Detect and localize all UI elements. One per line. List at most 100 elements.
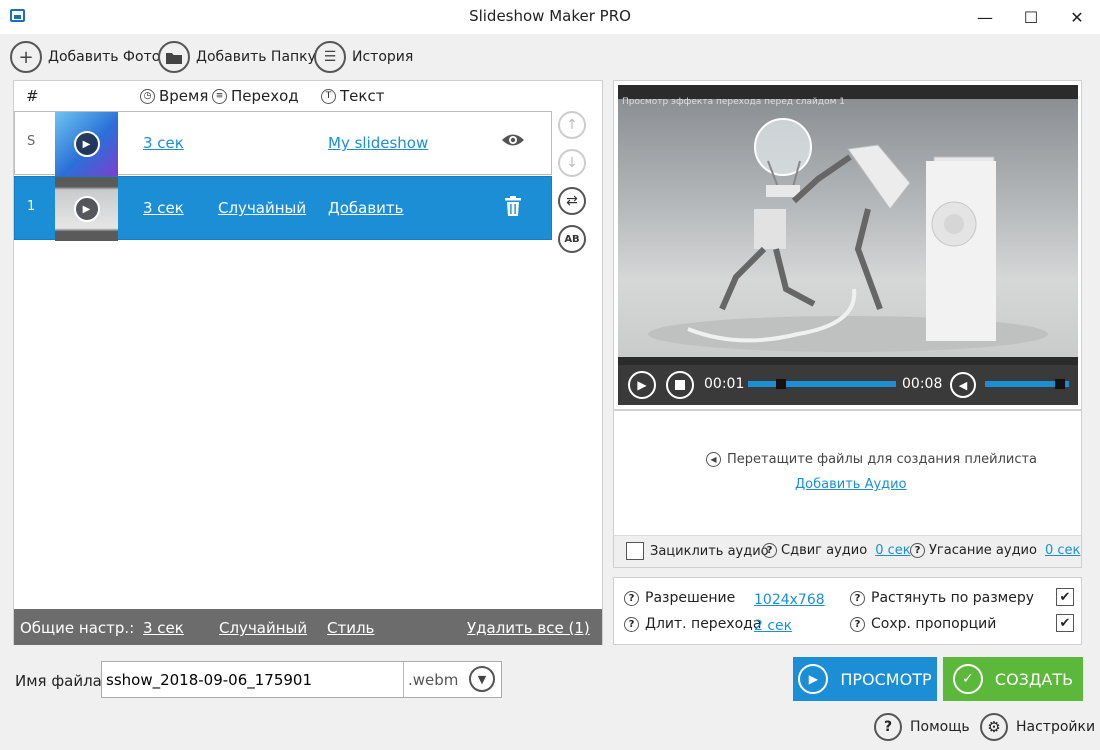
- stretch-checkbox[interactable]: ✔: [1056, 588, 1074, 606]
- audio-fade-option: ? Угасание аудио 0 сек: [910, 543, 1080, 558]
- add-folder-label: Добавить Папку: [196, 49, 316, 65]
- help-icon[interactable]: ?: [850, 590, 865, 606]
- slide-transition-link[interactable]: Случайный: [218, 199, 306, 217]
- help-icon[interactable]: ?: [850, 616, 865, 632]
- play-button[interactable]: ▶: [628, 371, 656, 399]
- shuffle-button[interactable]: ⇄: [558, 187, 586, 215]
- preview-overlay-text: Просмотр эффекта перехода перед слайдом …: [622, 97, 845, 107]
- slide-thumbnail[interactable]: ▶: [55, 177, 118, 241]
- gear-icon: ⚙: [980, 713, 1008, 741]
- add-folder-button[interactable]: Добавить Папку: [158, 40, 316, 74]
- bulk-label: Общие настр.:: [20, 619, 135, 637]
- question-icon: ?: [874, 713, 902, 741]
- slide-text-link[interactable]: Добавить: [328, 199, 404, 217]
- preview-panel: Просмотр эффекта перехода перед слайдом …: [613, 80, 1082, 410]
- audio-drop-hint: ◀ Перетащите файлы для создания плейлист…: [706, 452, 1037, 467]
- folder-icon: [158, 41, 190, 73]
- bulk-settings-bar: Общие настр.: 3 сек Случайный Стиль Удал…: [14, 609, 602, 645]
- file-extension: .webm: [408, 671, 459, 689]
- help-button[interactable]: ? Помощь: [874, 713, 970, 741]
- keep-ratio-setting: ? Сохр. пропорций: [850, 616, 996, 632]
- delete-all-link[interactable]: Удалить все (1): [467, 619, 590, 637]
- move-up-button[interactable]: ↑: [558, 111, 586, 139]
- add-photo-button[interactable]: + Добавить Фото: [10, 40, 160, 74]
- filename-input[interactable]: [102, 662, 404, 697]
- add-audio-link[interactable]: Добавить Аудио: [795, 477, 907, 492]
- transition-duration-link[interactable]: 2 сек: [754, 618, 792, 634]
- text-icon: T: [321, 88, 336, 104]
- ab-text-button[interactable]: AB: [558, 225, 586, 253]
- slide-text-link[interactable]: My slideshow: [328, 134, 428, 152]
- resolution-link[interactable]: 1024x768: [754, 592, 825, 608]
- help-icon[interactable]: ?: [624, 590, 639, 606]
- help-icon[interactable]: ?: [910, 543, 925, 558]
- header-num: #: [26, 87, 39, 105]
- preview-button[interactable]: ▶ ПРОСМОТР: [793, 657, 937, 701]
- trash-icon[interactable]: [505, 196, 521, 220]
- seek-handle[interactable]: [776, 379, 786, 389]
- volume-slider[interactable]: [985, 379, 1069, 389]
- loop-audio-checkbox[interactable]: [626, 542, 644, 560]
- audio-options-bar: Зациклить аудио ? Сдвиг аудио 0 сек ? Уг…: [614, 535, 1081, 567]
- volume-icon[interactable]: ◀: [950, 372, 976, 398]
- slide-time-link[interactable]: 3 сек: [143, 134, 184, 152]
- stretch-setting: ? Растянуть по размеру: [850, 590, 1034, 606]
- play-icon: ▶: [73, 131, 100, 157]
- audio-shift-link[interactable]: 0 сек: [875, 543, 910, 558]
- create-button[interactable]: ✓ СОЗДАТЬ: [943, 657, 1083, 701]
- header-time[interactable]: ◷ Время: [140, 87, 208, 105]
- bulk-style-link[interactable]: Стиль: [327, 619, 374, 637]
- settings-button[interactable]: ⚙ Настройки: [980, 713, 1095, 741]
- audio-fade-link[interactable]: 0 сек: [1045, 543, 1080, 558]
- seek-bar[interactable]: [748, 379, 896, 389]
- title-bar: Slideshow Maker PRO — ☐ ✕: [0, 0, 1100, 34]
- preview-image: [618, 99, 1078, 357]
- close-button[interactable]: ✕: [1054, 0, 1100, 34]
- help-icon[interactable]: ?: [624, 616, 639, 632]
- window-title: Slideshow Maker PRO: [469, 7, 631, 25]
- transition-duration-setting: ? Длит. перехода: [624, 616, 761, 632]
- speaker-icon: ◀: [706, 452, 721, 467]
- plus-icon: +: [10, 41, 42, 73]
- player-controls: ▶ 00:01 00:08 ◀: [618, 365, 1078, 405]
- slides-panel: # ◷ Время ≡ Переход T Текст S ▶ 3 сек My…: [13, 80, 603, 645]
- slide-row[interactable]: S ▶ 3 сек My slideshow: [14, 111, 552, 176]
- total-time: 00:08: [902, 376, 943, 392]
- volume-handle[interactable]: [1055, 379, 1065, 389]
- stop-button[interactable]: [666, 371, 694, 399]
- loop-audio-option[interactable]: Зациклить аудио: [626, 542, 769, 560]
- header-text[interactable]: T Текст: [321, 87, 384, 105]
- filename-label: Имя файла:: [15, 672, 107, 690]
- history-label: История: [352, 49, 414, 65]
- slide-time-link[interactable]: 3 сек: [143, 199, 184, 217]
- eye-icon[interactable]: [501, 132, 525, 152]
- filename-box: .webm ▼: [101, 661, 502, 698]
- bulk-time-link[interactable]: 3 сек: [143, 619, 184, 637]
- layers-icon: ≡: [212, 88, 227, 104]
- slides-header: # ◷ Время ≡ Переход T Текст: [14, 81, 602, 111]
- slide-num: 1: [27, 199, 36, 214]
- bulk-transition-link[interactable]: Случайный: [219, 619, 307, 637]
- play-icon: ▶: [798, 664, 829, 694]
- clock-icon: ◷: [140, 88, 155, 104]
- add-photo-label: Добавить Фото: [48, 49, 161, 65]
- output-settings-panel: ? Разрешение 1024x768 ? Длит. перехода 2…: [613, 577, 1082, 645]
- slide-thumbnail[interactable]: ▶: [55, 112, 118, 176]
- slide-num: S: [27, 134, 36, 149]
- keep-ratio-checkbox[interactable]: ✔: [1056, 614, 1074, 632]
- header-transition[interactable]: ≡ Переход: [212, 87, 299, 105]
- help-icon[interactable]: ?: [762, 543, 777, 558]
- list-icon: ☰: [314, 41, 346, 73]
- slide-row[interactable]: 1 ▶ 3 сек Случайный Добавить: [14, 176, 552, 241]
- current-time: 00:01: [704, 376, 745, 392]
- history-button[interactable]: ☰ История: [314, 40, 413, 74]
- video-player[interactable]: Просмотр эффекта перехода перед слайдом …: [618, 85, 1078, 405]
- check-icon: ✓: [952, 664, 983, 694]
- format-dropdown-button[interactable]: ▼: [469, 666, 495, 692]
- play-icon: ▶: [73, 196, 100, 222]
- maximize-button[interactable]: ☐: [1008, 0, 1054, 34]
- audio-shift-option: ? Сдвиг аудио 0 сек: [762, 543, 911, 558]
- audio-panel: ◀ Перетащите файлы для создания плейлист…: [613, 410, 1082, 568]
- minimize-button[interactable]: —: [962, 0, 1008, 34]
- move-down-button[interactable]: ↓: [558, 149, 586, 177]
